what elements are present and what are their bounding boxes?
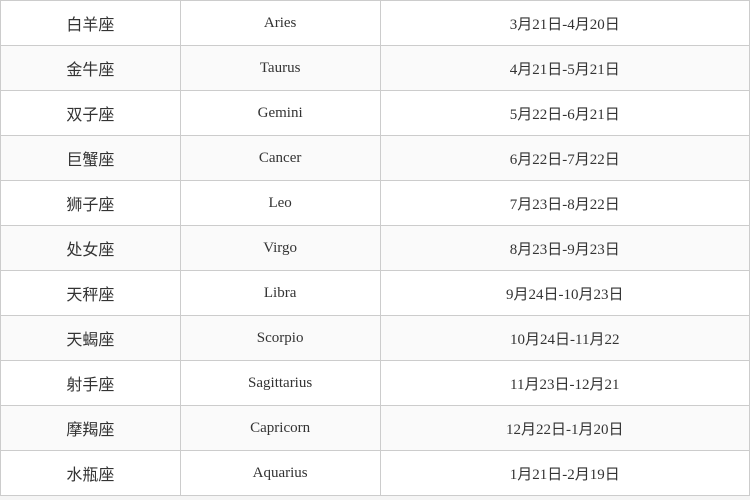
table-row: 射手座Sagittarius11月23日-12月21 [1, 361, 750, 406]
chinese-name: 射手座 [1, 361, 181, 406]
date-range: 1月21日-2月19日 [380, 451, 749, 496]
table-row: 天蝎座Scorpio10月24日-11月22 [1, 316, 750, 361]
date-range: 9月24日-10月23日 [380, 271, 749, 316]
english-name: Virgo [180, 226, 380, 271]
english-name: Taurus [180, 46, 380, 91]
english-name: Libra [180, 271, 380, 316]
english-name: Capricorn [180, 406, 380, 451]
english-name: Sagittarius [180, 361, 380, 406]
table-row: 处女座Virgo8月23日-9月23日 [1, 226, 750, 271]
chinese-name: 水瓶座 [1, 451, 181, 496]
table-row: 摩羯座Capricorn12月22日-1月20日 [1, 406, 750, 451]
date-range: 8月23日-9月23日 [380, 226, 749, 271]
zodiac-table: 白羊座Aries3月21日-4月20日金牛座Taurus4月21日-5月21日双… [0, 0, 750, 496]
date-range: 7月23日-8月22日 [380, 181, 749, 226]
chinese-name: 白羊座 [1, 1, 181, 46]
zodiac-table-container: 白羊座Aries3月21日-4月20日金牛座Taurus4月21日-5月21日双… [0, 0, 750, 500]
date-range: 5月22日-6月21日 [380, 91, 749, 136]
chinese-name: 天蝎座 [1, 316, 181, 361]
chinese-name: 处女座 [1, 226, 181, 271]
english-name: Scorpio [180, 316, 380, 361]
english-name: Aries [180, 1, 380, 46]
english-name: Cancer [180, 136, 380, 181]
chinese-name: 金牛座 [1, 46, 181, 91]
date-range: 6月22日-7月22日 [380, 136, 749, 181]
table-row: 天秤座Libra9月24日-10月23日 [1, 271, 750, 316]
table-row: 双子座Gemini5月22日-6月21日 [1, 91, 750, 136]
english-name: Aquarius [180, 451, 380, 496]
table-row: 白羊座Aries3月21日-4月20日 [1, 1, 750, 46]
chinese-name: 双子座 [1, 91, 181, 136]
chinese-name: 狮子座 [1, 181, 181, 226]
date-range: 3月21日-4月20日 [380, 1, 749, 46]
table-row: 金牛座Taurus4月21日-5月21日 [1, 46, 750, 91]
chinese-name: 摩羯座 [1, 406, 181, 451]
table-row: 水瓶座Aquarius1月21日-2月19日 [1, 451, 750, 496]
table-row: 狮子座Leo7月23日-8月22日 [1, 181, 750, 226]
english-name: Leo [180, 181, 380, 226]
english-name: Gemini [180, 91, 380, 136]
date-range: 4月21日-5月21日 [380, 46, 749, 91]
date-range: 11月23日-12月21 [380, 361, 749, 406]
table-row: 巨蟹座Cancer6月22日-7月22日 [1, 136, 750, 181]
date-range: 10月24日-11月22 [380, 316, 749, 361]
date-range: 12月22日-1月20日 [380, 406, 749, 451]
chinese-name: 天秤座 [1, 271, 181, 316]
chinese-name: 巨蟹座 [1, 136, 181, 181]
